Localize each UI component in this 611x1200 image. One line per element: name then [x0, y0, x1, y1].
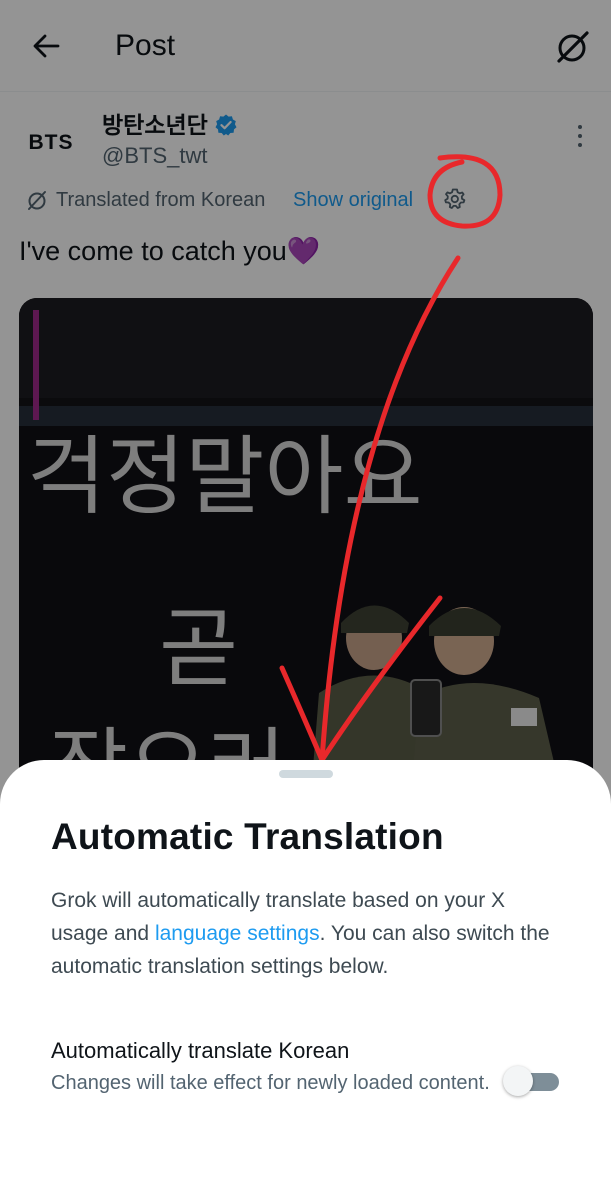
sheet-drag-handle[interactable] — [279, 770, 333, 778]
translation-bottom-sheet: Automatic Translation Grok will automati… — [0, 760, 611, 1200]
toggle-knob — [503, 1066, 533, 1096]
sheet-description: Grok will automatically translate based … — [51, 884, 563, 983]
sheet-title: Automatic Translation — [51, 816, 444, 857]
auto-translate-label: Automatically translate Korean — [51, 1038, 350, 1063]
auto-translate-toggle[interactable] — [503, 1066, 559, 1096]
auto-translate-sublabel: Changes will take effect for newly loade… — [51, 1072, 490, 1094]
language-settings-link[interactable]: language settings — [155, 922, 320, 945]
